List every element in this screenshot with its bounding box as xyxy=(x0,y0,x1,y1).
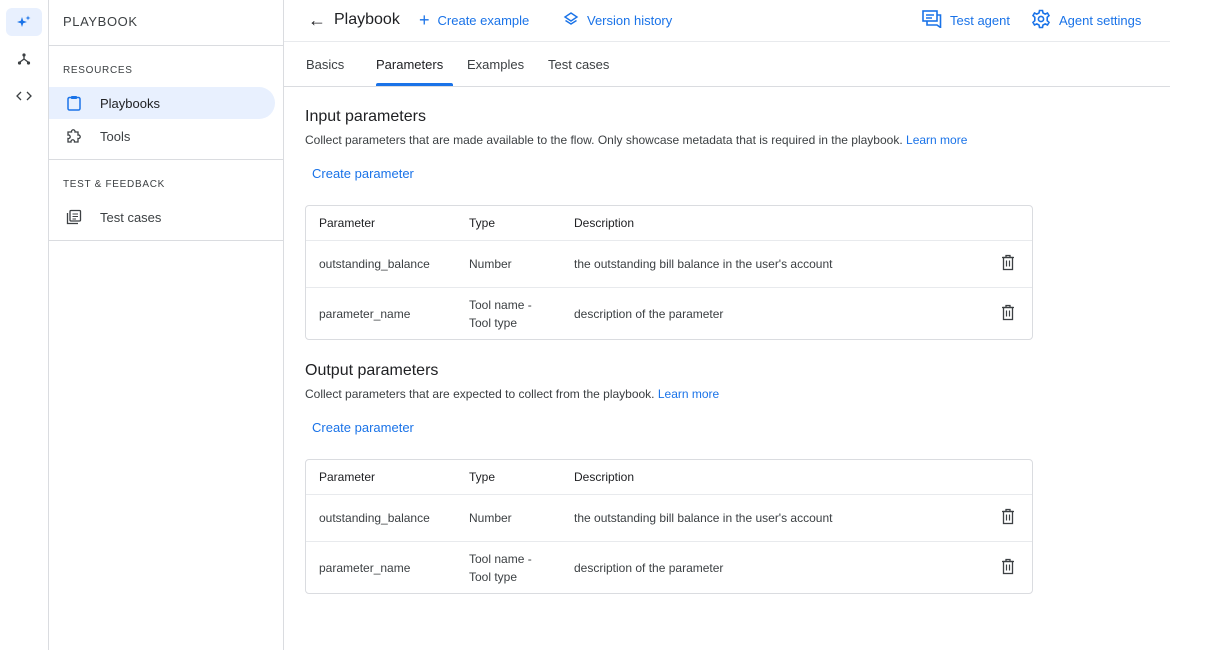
test-cases-icon xyxy=(66,209,82,225)
parameter-description: description of the parameter xyxy=(574,306,724,321)
parameter-description: description of the parameter xyxy=(574,560,724,575)
page-title: Playbook xyxy=(334,11,400,28)
parameter-type-line: Tool name - xyxy=(469,551,532,566)
description-text: Collect parameters that are made availab… xyxy=(305,133,903,147)
create-example-button[interactable]: + Create example xyxy=(419,0,529,40)
column-header-description: Description xyxy=(574,470,635,484)
create-input-parameter-button[interactable]: Create parameter xyxy=(312,166,414,181)
parameter-name: outstanding_balance xyxy=(319,257,430,271)
test-agent-label: Test agent xyxy=(950,12,1010,28)
trash-icon xyxy=(1001,254,1015,274)
trash-icon xyxy=(1001,304,1015,324)
rail-code-button[interactable] xyxy=(6,82,42,110)
column-header-description: Description xyxy=(574,216,635,230)
sidenav-item-test-cases[interactable]: Test cases xyxy=(49,201,275,233)
parameter-name: outstanding_balance xyxy=(319,511,430,525)
rail-flows-button[interactable] xyxy=(6,45,42,73)
table-row: outstanding_balance Number the outstandi… xyxy=(306,241,1032,288)
parameter-type-line: Tool name - xyxy=(469,297,532,312)
clipboard-icon xyxy=(66,95,82,111)
top-toolbar: ← Playbook + Create example Version hist… xyxy=(284,0,1170,42)
parameter-type-line: Tool type xyxy=(469,569,518,584)
icon-rail xyxy=(0,0,49,650)
layers-icon xyxy=(563,11,587,30)
parameter-type: Tool name - Tool type xyxy=(469,288,564,339)
table-header: Parameter Type Description xyxy=(306,460,1032,495)
output-parameters-table: Parameter Type Description outstanding_b… xyxy=(305,459,1033,594)
version-history-button[interactable]: Version history xyxy=(563,0,672,40)
tab-examples[interactable]: Examples xyxy=(467,42,524,87)
plus-icon: + xyxy=(419,9,430,30)
puzzle-icon xyxy=(66,128,82,144)
column-header-type: Type xyxy=(469,216,496,230)
parameter-type: Number xyxy=(469,511,512,525)
parameter-name: parameter_name xyxy=(319,306,411,321)
version-history-label: Version history xyxy=(587,12,673,28)
sidenav-item-label: Playbooks xyxy=(100,95,160,111)
parameter-description: the outstanding bill balance in the user… xyxy=(574,257,833,271)
tab-test-cases[interactable]: Test cases xyxy=(548,42,609,87)
parameter-type-line: Tool type xyxy=(469,315,518,330)
gear-icon xyxy=(1031,9,1059,32)
column-header-parameter: Parameter xyxy=(319,470,376,484)
table-row: parameter_name Tool name - Tool type des… xyxy=(306,542,1032,593)
parameter-type: Number xyxy=(469,257,512,271)
input-parameters-title: Input parameters xyxy=(305,108,426,125)
output-parameters-title: Output parameters xyxy=(305,362,439,379)
parameter-type: Tool name - Tool type xyxy=(469,542,564,593)
column-header-parameter: Parameter xyxy=(319,216,376,230)
chat-icon xyxy=(922,9,950,31)
input-parameters-table: Parameter Type Description outstanding_b… xyxy=(305,205,1033,340)
active-tab-indicator xyxy=(376,83,453,86)
sidenav-title: PLAYBOOK xyxy=(63,14,138,29)
test-agent-button[interactable]: Test agent xyxy=(922,0,1010,40)
learn-more-link[interactable]: Learn more xyxy=(906,133,967,147)
code-icon xyxy=(16,90,32,102)
arrow-back-icon: ← xyxy=(308,9,326,30)
tab-basics[interactable]: Basics xyxy=(306,42,344,87)
sidenav-item-label: Test cases xyxy=(100,209,162,225)
trash-icon xyxy=(1001,558,1015,578)
delete-button[interactable] xyxy=(998,495,1018,541)
sidenav-item-label: Tools xyxy=(100,128,131,144)
resources-section-label: RESOURCES xyxy=(63,65,133,76)
create-output-parameter-button[interactable]: Create parameter xyxy=(312,420,414,435)
input-parameters-description: Collect parameters that are made availab… xyxy=(305,133,967,147)
output-parameters-description: Collect parameters that are expected to … xyxy=(305,387,719,401)
agent-settings-label: Agent settings xyxy=(1059,12,1142,28)
agent-settings-button[interactable]: Agent settings xyxy=(1031,0,1141,40)
delete-button[interactable] xyxy=(998,241,1018,287)
description-text: Collect parameters that are expected to … xyxy=(305,387,655,401)
trash-icon xyxy=(1001,508,1015,528)
divider xyxy=(49,159,283,160)
flow-icon xyxy=(17,52,31,66)
tab-parameters[interactable]: Parameters xyxy=(376,42,443,87)
sidenav-item-playbooks[interactable]: Playbooks xyxy=(49,87,275,119)
side-navigation: PLAYBOOK RESOURCES Playbooks Tools TEST … xyxy=(49,0,284,650)
parameter-description: the outstanding bill balance in the user… xyxy=(574,511,833,525)
parameter-name: parameter_name xyxy=(319,560,411,575)
table-header: Parameter Type Description xyxy=(306,206,1032,241)
rail-playbook-button[interactable] xyxy=(6,8,42,36)
back-button[interactable]: ← Playbook xyxy=(308,0,400,40)
column-header-type: Type xyxy=(469,470,496,484)
table-row: parameter_name Tool name - Tool type des… xyxy=(306,288,1032,339)
create-example-label: Create example xyxy=(437,12,530,28)
tab-bar: Basics Parameters Examples Test cases xyxy=(284,42,1170,87)
divider xyxy=(49,240,283,241)
divider xyxy=(49,45,283,46)
table-row: outstanding_balance Number the outstandi… xyxy=(306,495,1032,542)
sparkle-icon xyxy=(17,15,31,29)
sidenav-item-tools[interactable]: Tools xyxy=(49,120,275,152)
feedback-section-label: TEST & FEEDBACK xyxy=(63,179,166,190)
learn-more-link[interactable]: Learn more xyxy=(658,387,719,401)
delete-button[interactable] xyxy=(998,542,1018,593)
main-content: ← Playbook + Create example Version hist… xyxy=(284,0,1170,650)
delete-button[interactable] xyxy=(998,288,1018,339)
